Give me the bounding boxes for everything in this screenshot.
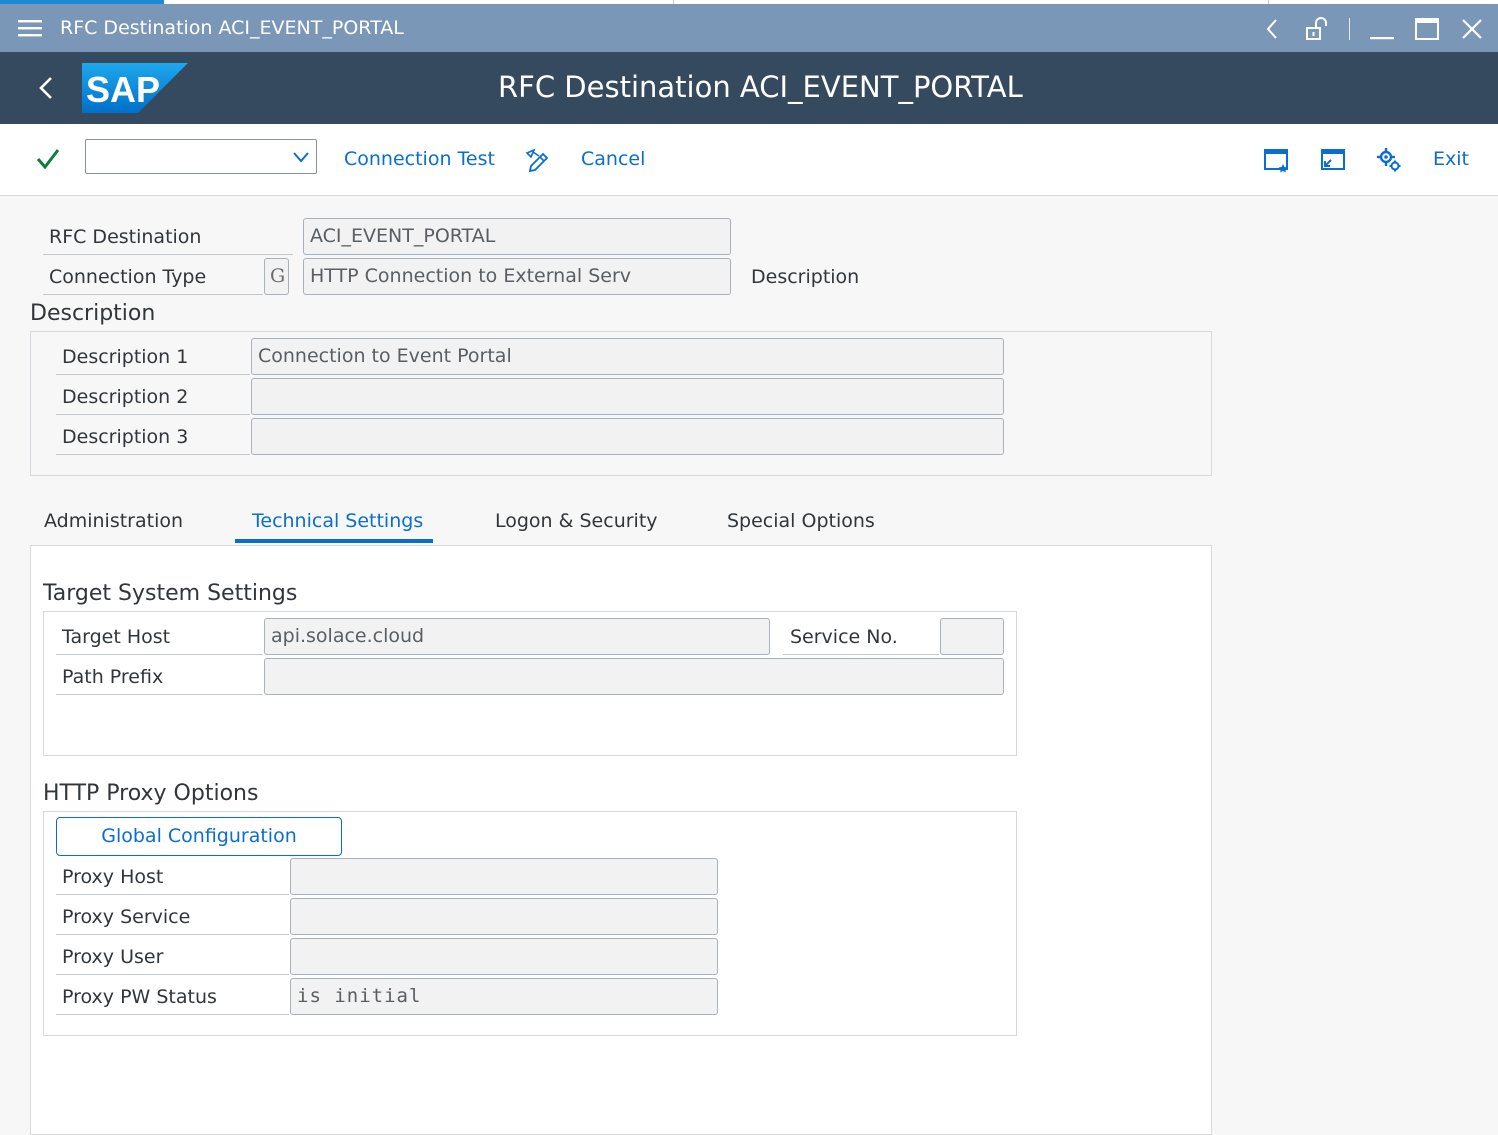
window-title: RFC Destination ACI_EVENT_PORTAL	[60, 17, 404, 39]
row-divider	[43, 254, 293, 255]
path-prefix-label: Path Prefix	[62, 666, 164, 688]
row-divider	[56, 974, 289, 975]
proxy-host-label: Proxy Host	[62, 866, 164, 888]
connection-type-text-field[interactable]: HTTP Connection to External Serv	[303, 258, 731, 295]
row-divider	[56, 454, 250, 455]
description-3-label: Description 3	[62, 426, 189, 448]
svg-text:SAP: SAP	[86, 69, 160, 110]
titlebar-separator	[1349, 18, 1350, 40]
tab-special-options[interactable]: Special Options	[727, 510, 875, 532]
row-divider	[56, 654, 263, 655]
description-1-field[interactable]: Connection to Event Portal	[251, 338, 1004, 375]
row-divider	[56, 374, 250, 375]
command-input[interactable]	[90, 143, 284, 172]
sap-logo: SAP	[82, 63, 188, 113]
service-no-label: Service No.	[790, 626, 898, 648]
settings-gear-icon[interactable]	[1375, 146, 1403, 174]
tab-administration[interactable]: Administration	[44, 510, 183, 532]
connection-type-label: Connection Type	[49, 266, 207, 288]
target-host-field[interactable]: api.solace.cloud	[264, 618, 770, 655]
connection-test-button[interactable]: Connection Test	[344, 148, 495, 170]
display-change-icon[interactable]	[523, 146, 551, 174]
active-tab-indicator	[235, 539, 433, 543]
proxy-host-field[interactable]	[290, 858, 718, 895]
hamburger-menu-icon[interactable]	[18, 18, 42, 38]
back-arrow-icon[interactable]	[34, 74, 58, 102]
description-3-field[interactable]	[251, 418, 1004, 455]
cancel-button[interactable]: Cancel	[581, 148, 645, 170]
chevron-down-icon[interactable]	[291, 148, 311, 166]
checkmark-icon[interactable]	[36, 147, 60, 171]
target-system-group-title: Target System Settings	[43, 581, 298, 606]
new-window-icon[interactable]	[1263, 146, 1291, 174]
row-divider	[56, 694, 263, 695]
global-configuration-button[interactable]: Global Configuration	[56, 817, 342, 856]
rfc-destination-label: RFC Destination	[49, 226, 202, 248]
chevron-left-icon[interactable]	[1260, 16, 1286, 42]
description-2-label: Description 2	[62, 386, 189, 408]
exit-button[interactable]: Exit	[1433, 148, 1469, 170]
window-titlebar: RFC Destination ACI_EVENT_PORTAL	[0, 4, 1498, 52]
rfc-destination-field[interactable]: ACI_EVENT_PORTAL	[303, 218, 731, 255]
service-no-field[interactable]	[940, 618, 1004, 655]
connection-type-code-field[interactable]: G	[264, 258, 289, 295]
row-divider	[783, 654, 939, 655]
tab-technical-settings[interactable]: Technical Settings	[252, 510, 423, 532]
path-prefix-field[interactable]	[264, 658, 1004, 695]
proxy-user-label: Proxy User	[62, 946, 164, 968]
command-field[interactable]	[85, 139, 317, 174]
tab-logon-security[interactable]: Logon & Security	[495, 510, 658, 532]
proxy-service-label: Proxy Service	[62, 906, 191, 928]
row-divider	[56, 934, 289, 935]
proxy-service-field[interactable]	[290, 898, 718, 935]
proxy-user-field[interactable]	[290, 938, 718, 975]
target-host-label: Target Host	[62, 626, 171, 648]
minimize-icon[interactable]	[1369, 16, 1395, 42]
application-toolbar: Connection Test Cancel Exit	[0, 124, 1498, 196]
generate-shortcut-icon[interactable]	[1318, 146, 1346, 174]
proxy-pw-status-label: Proxy PW Status	[62, 986, 217, 1008]
description-side-label: Description	[751, 266, 860, 288]
row-divider	[43, 294, 263, 295]
description-2-field[interactable]	[251, 378, 1004, 415]
maximize-icon[interactable]	[1414, 16, 1440, 42]
close-icon[interactable]	[1459, 16, 1485, 42]
shell-bar: SAP RFC Destination ACI_EVENT_PORTAL	[0, 52, 1498, 124]
row-divider	[56, 1014, 289, 1015]
app-title: RFC Destination ACI_EVENT_PORTAL	[498, 70, 1023, 104]
main-content: RFC Destination ACI_EVENT_PORTAL Connect…	[0, 196, 1498, 1135]
row-divider	[56, 414, 250, 415]
proxy-pw-status-field: is initial	[290, 978, 718, 1015]
description-group-title: Description	[30, 301, 156, 326]
proxy-group-title: HTTP Proxy Options	[43, 781, 259, 806]
description-1-label: Description 1	[62, 346, 189, 368]
unlock-icon[interactable]	[1304, 16, 1330, 42]
row-divider	[56, 894, 289, 895]
